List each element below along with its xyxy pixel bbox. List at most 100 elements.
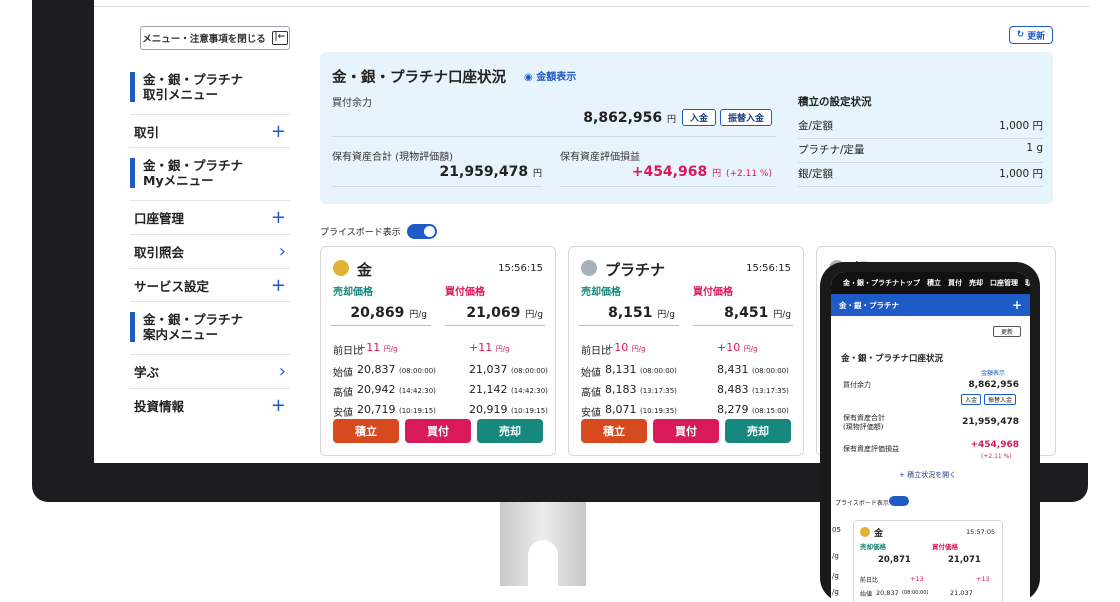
divider (332, 186, 542, 187)
phone-transfer-label: 振替入金 (987, 397, 1012, 404)
pl-value: +454,968 円 (+2.11 %) (590, 164, 772, 180)
row-time: (10:19:15) (511, 407, 548, 415)
price-unit: 円/g (657, 310, 675, 320)
sidebar-item-investment-info[interactable]: 投資情報 + (130, 388, 290, 422)
phone-section-title: 金・銀・プラチナ (839, 300, 899, 310)
phone-buying-power: 8,862,956 (931, 380, 1019, 390)
row-buy-value: 8,279 (08:15:00) (717, 403, 789, 416)
priceboard-switch[interactable] (406, 224, 437, 239)
buy-price-value: 21,069 (466, 305, 521, 321)
phone-open-sell: 20,837 (876, 589, 899, 597)
phone-nav-item[interactable]: 金・銀・プラチナトップ (843, 278, 920, 288)
phone-open-time: (08:00:00) (902, 590, 929, 596)
phone-open-settings-label: 積立状況を開く (907, 471, 957, 479)
row-time: (14:42:30) (511, 387, 548, 395)
row-value: 21,037 (469, 363, 508, 376)
buying-power-value: 8,862,956 円 (560, 110, 676, 126)
phone-transfer-button[interactable]: 振替入金 (984, 394, 1016, 405)
divider (693, 325, 793, 326)
row-time: (10:19:15) (399, 407, 436, 415)
phone-deposit-button[interactable]: 入金 (961, 394, 981, 405)
price-unit: 円/g (383, 345, 398, 353)
phone-amount-toggle[interactable]: 金額表示 (981, 368, 1005, 377)
phone-card-time: 15:57:05 (966, 528, 996, 536)
row-buy-value: 8,483 (13:17:35) (717, 383, 789, 396)
sell-price-label: 売却価格 (333, 287, 373, 298)
divider (331, 325, 431, 326)
phone-sell-price: 20,871 (878, 555, 911, 565)
row-time: (08:15:00) (752, 407, 789, 415)
transfer-deposit-button[interactable]: 振替入金 (720, 109, 772, 126)
row-sell-value: 8,131 (08:00:00) (605, 363, 677, 376)
priceboard-toggle-row: プライスボード表示 (320, 224, 437, 239)
chevron-right-icon: › (278, 241, 286, 262)
buy-button[interactable]: 買付 (405, 419, 471, 443)
phone-priceboard-label: プライスボード表示 (835, 500, 889, 507)
sidebar-item-service-settings[interactable]: サービス設定 + (130, 268, 290, 302)
sidebar-item-label: 学ぶ (134, 365, 160, 380)
accumulate-button[interactable]: 積立 (581, 419, 647, 443)
sell-button[interactable]: 売却 (725, 419, 791, 443)
row-sell-value: 20,942 (14:42:30) (357, 383, 436, 396)
sidebar: 金・銀・プラチナ 取引メニュー 取引 + 金・銀・プラチナ Myメニュー 口座管… (130, 72, 290, 422)
sidebar-item-account[interactable]: 口座管理 + (130, 200, 290, 234)
yen-unit: 円 (666, 115, 676, 125)
refresh-button[interactable]: ↻ 更新 (1009, 26, 1053, 44)
buying-power-label: 買付余力 (332, 98, 372, 109)
phone-nav-item[interactable]: 口座管理 (990, 278, 1018, 288)
phone-change-sell: +13 (910, 575, 924, 583)
settings-title: 積立の設定状況 (798, 96, 872, 108)
phone-buying-power-amount: 8,862,956 (968, 380, 1019, 390)
phone-section-bar[interactable]: 金・銀・プラチナ + (831, 294, 1030, 316)
accumulate-button[interactable]: 積立 (333, 419, 399, 443)
buy-price-label: 買付価格 (445, 287, 485, 298)
yen-unit: 円 (532, 169, 542, 179)
close-menu-button[interactable]: メニュー・注意事項を閉じる |← (140, 26, 290, 50)
sidebar-item-trade[interactable]: 取引 + (130, 114, 290, 148)
phone-deposit-label: 入金 (964, 397, 977, 404)
sell-button[interactable]: 売却 (477, 419, 543, 443)
sidebar-item-learn[interactable]: 学ぶ › (130, 354, 290, 388)
phone-left-fragment: /g (832, 572, 839, 580)
sidebar-section-my: 金・銀・プラチナ Myメニュー (130, 158, 290, 188)
phone-nav-item[interactable]: 積立 (927, 278, 941, 288)
buy-button[interactable]: 買付 (653, 419, 719, 443)
phone-left-fragment: 05 (832, 526, 841, 534)
row-value: +11 (469, 341, 493, 354)
phone-nav-item[interactable]: 買付 (948, 278, 962, 288)
settings-row-label: プラチナ/定量 (798, 144, 865, 156)
phone-open-label: 始値 (860, 591, 873, 598)
phone-refresh-button[interactable]: 更新 (993, 326, 1021, 337)
row-time: (13:17:35) (640, 387, 677, 395)
sidebar-item-label: 取引照会 (134, 245, 185, 260)
sidebar-item-history[interactable]: 取引照会 › (130, 234, 290, 268)
settings-row-value: 1,000 円 (999, 168, 1043, 180)
sidebar-item-label: サービス設定 (134, 278, 210, 294)
row-sell-value: +11 円/g (357, 341, 398, 354)
priceboard-label: プライスボード表示 (320, 228, 401, 238)
holdings-label: 保有資産合計 (現物評価額) (332, 152, 453, 163)
row-value: 20,942 (357, 383, 396, 396)
section-head-line1: 金・銀・プラチナ (143, 72, 244, 87)
phone-nav-item[interactable]: 売却 (969, 278, 983, 288)
coin-icon (581, 260, 597, 276)
price-unit: 円/g (743, 345, 758, 353)
phone-open-settings[interactable]: + 積立状況を開く (899, 470, 956, 480)
plus-icon: + (270, 274, 286, 296)
buy-price-label: 買付価格 (693, 287, 733, 298)
phone-holdings-label: 保有資産合計 (現物評価額) (843, 414, 885, 432)
amount-toggle[interactable]: ◉ 金額表示 (524, 68, 576, 83)
phone-nav-item[interactable]: 取 (1025, 278, 1030, 288)
card-time: 15:56:15 (746, 263, 791, 274)
sidebar-section-trade: 金・銀・プラチナ 取引メニュー (130, 72, 290, 102)
phone-holdings-label-1: 保有資産合計 (843, 414, 885, 422)
deposit-button[interactable]: 入金 (682, 109, 716, 126)
phone-priceboard-switch[interactable] (889, 496, 909, 506)
price-unit: 円/g (525, 310, 543, 320)
phone-pl-label: 保有資産評価損益 (843, 445, 899, 453)
settings-row-silver: 銀/定額 1,000 円 (798, 166, 1043, 187)
phone-price-card-gold: 金 15:57:05 売却価格 買付価格 20,871 21,071 前日比 +… (853, 520, 1003, 602)
row-sell-value: +10 円/g (605, 341, 646, 354)
pl-amount: +454,968 (631, 164, 708, 180)
divider (560, 186, 776, 187)
